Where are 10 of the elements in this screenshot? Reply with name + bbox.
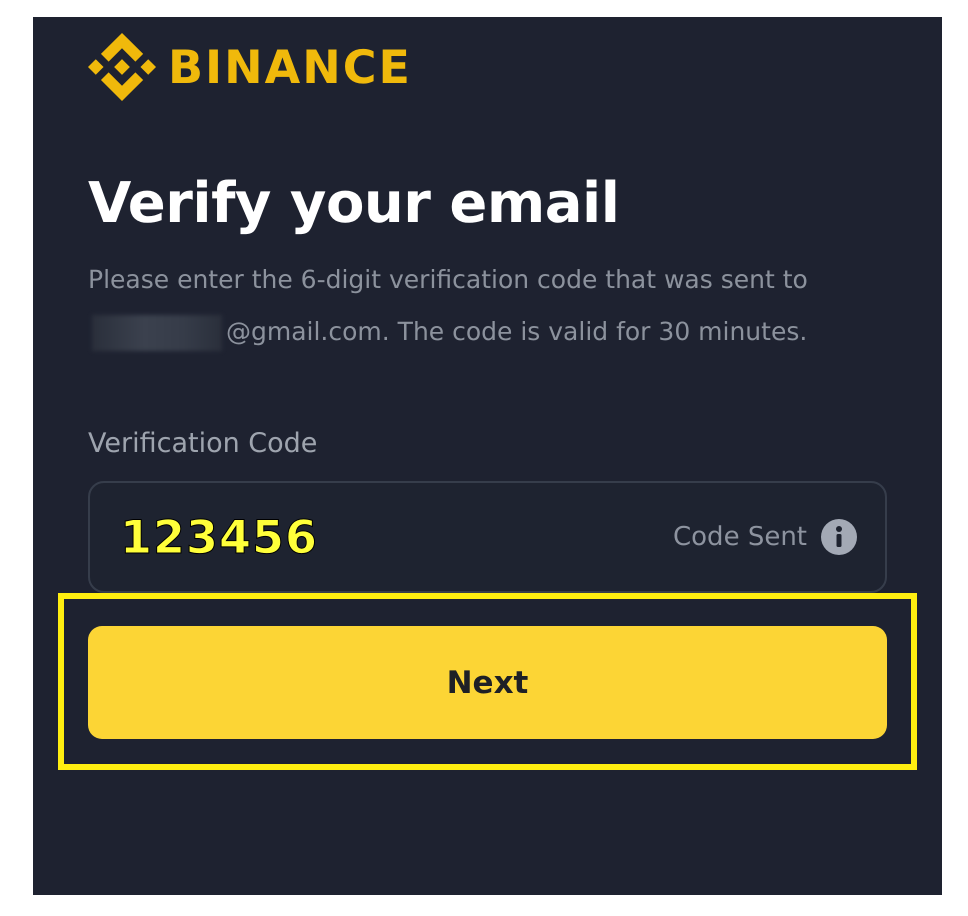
next-button[interactable]: Next bbox=[88, 626, 887, 739]
page-title: Verify your email bbox=[88, 171, 620, 236]
logo-icon bbox=[88, 33, 156, 101]
field-label: Verification Code bbox=[88, 428, 318, 459]
instruction-text: Please enter the 6-digit verification code that was sent to @gmail.com. The code is valid for 30 minutes. bbox=[88, 254, 888, 358]
info-icon[interactable] bbox=[821, 519, 857, 555]
status-text: Code Sent bbox=[673, 522, 807, 552]
verification-code-field[interactable]: 123456 Code Sent bbox=[88, 481, 887, 593]
brand-name: BINANCE bbox=[168, 40, 412, 94]
code-value: 123456 bbox=[120, 510, 318, 564]
